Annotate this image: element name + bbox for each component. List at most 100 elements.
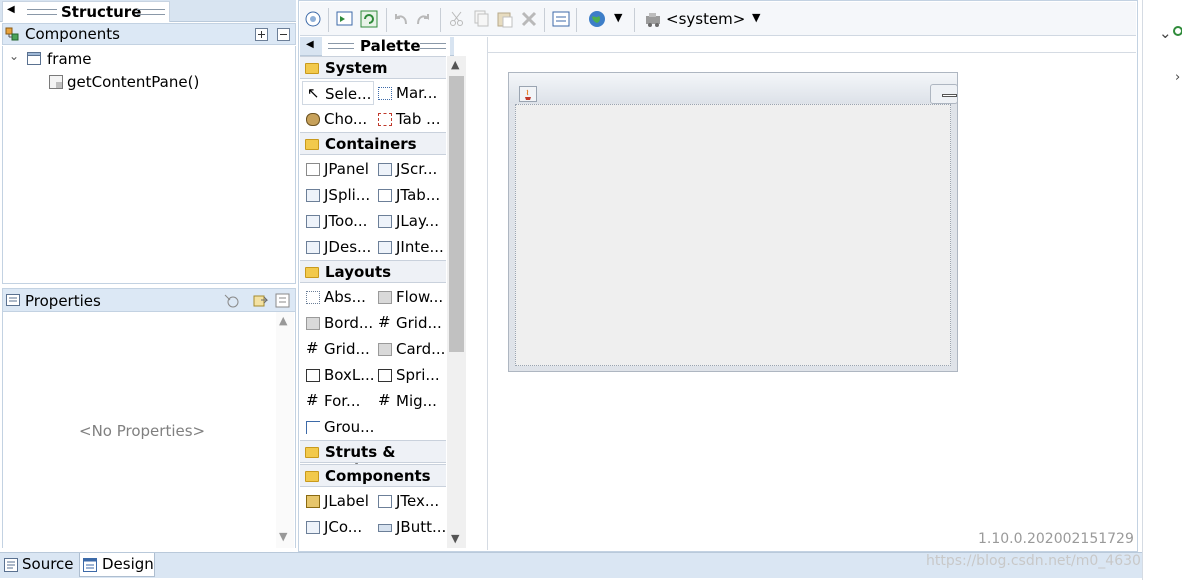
tab-label: Design [102,555,154,573]
structure-tab[interactable]: ◀ Structure [2,1,170,22]
palette-category-system[interactable]: System [300,56,446,79]
palette-item-jcombobox[interactable]: JCo... [302,515,374,539]
collapse-all-icon[interactable] [277,28,290,41]
grid-layout-icon: # [378,313,391,331]
item-label: JScr... [396,160,438,178]
palette-item-flow-layout[interactable]: Flow... [374,285,446,309]
jsplitpane-icon [306,189,320,202]
palette-item-jsplitpane[interactable]: JSpli... [302,183,374,207]
palette-item-grid-layout[interactable]: # Grid... [374,311,446,335]
show-advanced-icon[interactable] [275,293,291,308]
refresh-icon[interactable] [360,10,378,28]
item-label: Spri... [396,366,440,384]
cut-icon[interactable] [448,10,466,28]
palette-item-jpanel[interactable]: JPanel [302,157,374,181]
palette-item-mig-layout[interactable]: # Mig... [374,389,446,413]
item-label: Cho... [324,110,368,128]
palette-item-choose-component[interactable]: Cho... [302,107,374,131]
palette-item-box-layout[interactable]: BoxL... [302,363,374,387]
look-and-feel-dropdown-icon[interactable]: ▼ [752,11,760,24]
chevron-down-icon[interactable]: ⌄ [1159,24,1172,42]
look-and-feel-icon[interactable] [644,10,664,28]
palette-item-jdesktoppane[interactable]: JDes... [302,235,374,259]
undo-icon[interactable] [392,10,410,28]
scroll-up-icon[interactable]: ▲ [279,314,287,327]
paste-icon[interactable] [496,10,514,28]
show-events-icon[interactable] [223,293,239,308]
scroll-down-icon[interactable]: ▼ [279,530,287,543]
marquee-icon [378,87,392,100]
globe-dropdown-arrow-icon[interactable]: ▼ [614,11,622,24]
palette-item-jbutton[interactable]: JButt... [374,515,446,539]
jtabbedpane-icon [378,189,392,202]
palette-tab[interactable]: Palette [322,37,450,56]
item-label: JDes... [324,238,372,256]
palette-item-marquee[interactable]: Mar... [374,81,446,105]
palette-item-jtoolbar[interactable]: JToo... [302,209,374,233]
palette-title: Palette [360,37,421,55]
palette-item-form-layout[interactable]: # For... [302,389,374,413]
redo-icon[interactable] [414,10,432,28]
item-label: Grid... [324,340,370,358]
copy-icon[interactable] [472,10,490,28]
scroll-up-icon[interactable]: ▲ [451,58,459,71]
folder-icon [305,471,319,482]
components-tree: ⌄ frame getContentPane() [2,46,296,284]
palette-item-tab-order[interactable]: Tab ... [374,107,446,131]
jlabel-icon [306,495,320,508]
folder-icon [305,139,319,150]
chevron-down-icon[interactable]: ⌄ [9,49,19,63]
source-icon [4,558,18,572]
test-gui-icon[interactable] [304,10,322,28]
tree-node-content-pane[interactable]: getContentPane() [3,71,293,93]
category-label: Layouts [325,263,392,281]
palette-item-jlayeredpane[interactable]: JLay... [374,209,446,233]
palette-item-jtextfield[interactable]: JTex... [374,489,446,513]
chevron-right-icon[interactable]: › [1175,70,1180,85]
jframe-minimize-button[interactable] [930,84,958,104]
collapse-palette-icon[interactable]: ◀ [306,39,314,50]
palette-item-absolute-layout[interactable]: Abs... [302,285,374,309]
palette-item-border-layout[interactable]: Bord... [302,311,374,335]
absolute-layout-icon [306,291,320,304]
palette-item-gridbag-layout[interactable]: # Grid... [302,337,374,361]
toolbar-separator [386,8,387,32]
spring-layout-icon [378,369,392,382]
globe-icon[interactable] [588,10,606,28]
expand-all-icon[interactable] [255,28,268,41]
minimize-arrow-icon[interactable]: ◀ [7,4,15,15]
border-layout-icon [306,317,320,330]
item-label: Flow... [396,288,444,306]
look-and-feel-label[interactable]: <system> [666,10,745,28]
palette-category-components[interactable]: Components [300,464,446,487]
jbutton-icon [378,524,392,532]
palette-category-layouts[interactable]: Layouts [300,260,446,283]
tree-node-frame[interactable]: ⌄ frame [3,48,293,70]
tab-order-icon[interactable] [552,10,570,28]
palette-item-card-layout[interactable]: Card... [374,337,446,361]
palette-item-group-layout[interactable]: Grou... [302,415,374,439]
tree-node-label: getContentPane() [67,73,200,91]
palette-scroll-thumb[interactable] [449,76,464,352]
palette-item-jinternalframe[interactable]: JInte... [374,235,446,259]
palette-item-jlabel[interactable]: JLabel [302,489,374,513]
tab-order-icon [378,113,392,126]
palette-item-jtabbedpane[interactable]: JTab... [374,183,446,207]
tab-design[interactable]: Design [79,553,155,577]
palette-item-jscrollpane[interactable]: JScr... [374,157,446,181]
externalize-strings-icon[interactable] [336,10,354,28]
delete-icon[interactable] [520,10,538,28]
palette-category-containers[interactable]: Containers [300,132,446,155]
jframe-content-pane[interactable] [515,104,951,366]
palette-item-selection[interactable]: ↖ Sele... [302,81,374,105]
status-ring-icon [1173,26,1182,36]
java-icon [519,86,537,102]
scroll-down-icon[interactable]: ▼ [451,532,459,545]
tab-source[interactable]: Source [2,553,78,577]
goto-definition-icon[interactable] [253,293,269,308]
jframe-title-bar[interactable] [509,73,957,103]
toolbar-separator [576,8,577,32]
palette-item-spring-layout[interactable]: Spri... [374,363,446,387]
properties-scrollbar[interactable]: ▲ ▼ [276,312,294,548]
palette-category-struts-springs[interactable]: Struts & Sprin... [300,440,446,479]
